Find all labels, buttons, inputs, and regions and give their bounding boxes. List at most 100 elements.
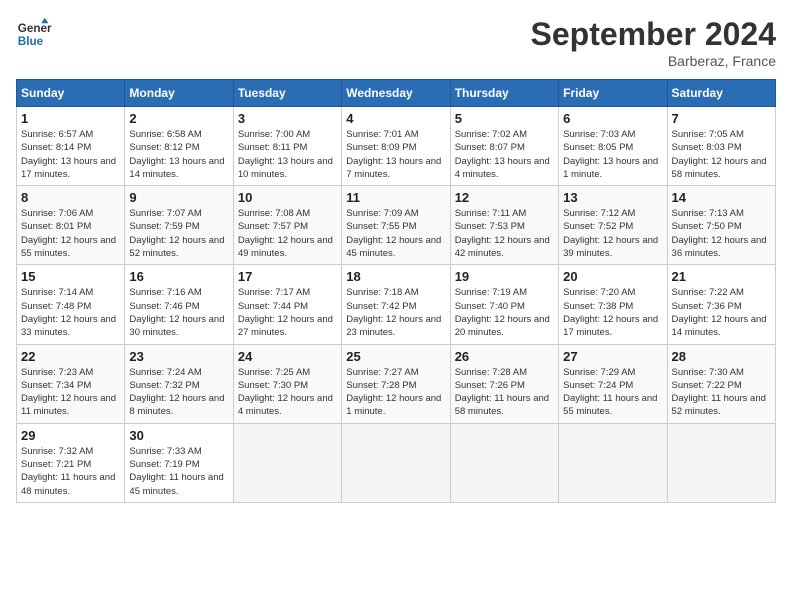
calendar-cell: 14Sunrise: 7:13 AMSunset: 7:50 PMDayligh… [667,186,775,265]
day-info: Sunrise: 7:30 AMSunset: 7:22 PMDaylight:… [672,366,771,419]
weekday-header-row: Sunday Monday Tuesday Wednesday Thursday… [17,80,776,107]
day-info: Sunrise: 7:06 AMSunset: 8:01 PMDaylight:… [21,207,120,260]
day-info: Sunrise: 7:08 AMSunset: 7:57 PMDaylight:… [238,207,337,260]
calendar-cell: 17Sunrise: 7:17 AMSunset: 7:44 PMDayligh… [233,265,341,344]
page-header: General Blue September 2024 Barberaz, Fr… [16,16,776,69]
day-number: 4 [346,111,445,126]
day-number: 10 [238,190,337,205]
day-info: Sunrise: 7:11 AMSunset: 7:53 PMDaylight:… [455,207,554,260]
logo-icon: General Blue [16,16,52,52]
day-info: Sunrise: 6:57 AMSunset: 8:14 PMDaylight:… [21,128,120,181]
calendar-cell: 6Sunrise: 7:03 AMSunset: 8:05 PMDaylight… [559,107,667,186]
day-info: Sunrise: 7:19 AMSunset: 7:40 PMDaylight:… [455,286,554,339]
day-info: Sunrise: 7:24 AMSunset: 7:32 PMDaylight:… [129,366,228,419]
calendar-cell: 19 Sunrise: 7:19 AMSunset: 7:40 PMDayligh… [450,265,558,344]
calendar-cell: 8 Sunrise: 7:06 AMSunset: 8:01 PMDaylight… [17,186,125,265]
month-title: September 2024 [531,16,776,53]
svg-text:Blue: Blue [18,35,44,48]
day-number: 24 [238,349,337,364]
day-info: Sunrise: 7:07 AMSunset: 7:59 PMDaylight:… [129,207,228,260]
header-thursday: Thursday [450,80,558,107]
calendar-cell: 7 Sunrise: 7:05 AMSunset: 8:03 PMDaylight… [667,107,775,186]
day-number: 12 [455,190,554,205]
day-number: 7 [672,111,771,126]
calendar-cell: 27 Sunrise: 7:29 AMSunset: 7:24 PMDayligh… [559,344,667,423]
calendar-cell: 12 Sunrise: 7:11 AMSunset: 7:53 PMDayligh… [450,186,558,265]
calendar-cell [667,423,775,502]
header-monday: Monday [125,80,233,107]
day-info: Sunrise: 7:00 AMSunset: 8:11 PMDaylight:… [238,128,337,181]
calendar-row: 22Sunrise: 7:23 AMSunset: 7:34 PMDayligh… [17,344,776,423]
calendar-cell [559,423,667,502]
day-info: Sunrise: 7:32 AMSunset: 7:21 PMDaylight:… [21,445,120,498]
calendar-cell: 3 Sunrise: 7:00 AMSunset: 8:11 PMDaylight… [233,107,341,186]
calendar-cell: 21Sunrise: 7:22 AMSunset: 7:36 PMDayligh… [667,265,775,344]
day-number: 8 [21,190,120,205]
header-sunday: Sunday [17,80,125,107]
calendar-cell: 10 Sunrise: 7:08 AMSunset: 7:57 PMDayligh… [233,186,341,265]
day-info: Sunrise: 7:13 AMSunset: 7:50 PMDaylight:… [672,207,771,260]
day-number: 19 [455,269,554,284]
day-number: 23 [129,349,228,364]
day-number: 18 [346,269,445,284]
calendar-cell [233,423,341,502]
day-number: 20 [563,269,662,284]
day-info: Sunrise: 7:27 AMSunset: 7:28 PMDaylight:… [346,366,445,419]
day-info: Sunrise: 7:20 AMSunset: 7:38 PMDaylight:… [563,286,662,339]
calendar-cell: 30 Sunrise: 7:33 AMSunset: 7:19 PMDayligh… [125,423,233,502]
calendar-row: 8 Sunrise: 7:06 AMSunset: 8:01 PMDaylight… [17,186,776,265]
calendar-cell: 9 Sunrise: 7:07 AMSunset: 7:59 PMDaylight… [125,186,233,265]
day-info: Sunrise: 7:33 AMSunset: 7:19 PMDaylight:… [129,445,228,498]
calendar-row: 1 Sunrise: 6:57 AMSunset: 8:14 PMDaylight… [17,107,776,186]
day-number: 5 [455,111,554,126]
calendar-cell [342,423,450,502]
day-info: Sunrise: 7:18 AMSunset: 7:42 PMDaylight:… [346,286,445,339]
day-number: 28 [672,349,771,364]
day-number: 3 [238,111,337,126]
day-info: Sunrise: 7:17 AMSunset: 7:44 PMDaylight:… [238,286,337,339]
day-number: 30 [129,428,228,443]
logo: General Blue [16,16,52,52]
day-number: 9 [129,190,228,205]
day-number: 29 [21,428,120,443]
calendar-cell: 1 Sunrise: 6:57 AMSunset: 8:14 PMDaylight… [17,107,125,186]
header-friday: Friday [559,80,667,107]
day-info: Sunrise: 7:16 AMSunset: 7:46 PMDaylight:… [129,286,228,339]
day-info: Sunrise: 7:12 AMSunset: 7:52 PMDaylight:… [563,207,662,260]
calendar-cell: 20 Sunrise: 7:20 AMSunset: 7:38 PMDayligh… [559,265,667,344]
calendar-cell: 29 Sunrise: 7:32 AMSunset: 7:21 PMDayligh… [17,423,125,502]
day-number: 15 [21,269,120,284]
calendar-cell [450,423,558,502]
day-info: Sunrise: 7:25 AMSunset: 7:30 PMDaylight:… [238,366,337,419]
calendar-cell: 26 Sunrise: 7:28 AMSunset: 7:26 PMDayligh… [450,344,558,423]
calendar-cell: 11 Sunrise: 7:09 AMSunset: 7:55 PMDayligh… [342,186,450,265]
header-wednesday: Wednesday [342,80,450,107]
day-number: 25 [346,349,445,364]
calendar-cell: 2Sunrise: 6:58 AMSunset: 8:12 PMDaylight… [125,107,233,186]
day-info: Sunrise: 7:09 AMSunset: 7:55 PMDaylight:… [346,207,445,260]
calendar-cell: 16 Sunrise: 7:16 AMSunset: 7:46 PMDayligh… [125,265,233,344]
calendar-cell: 22Sunrise: 7:23 AMSunset: 7:34 PMDayligh… [17,344,125,423]
day-number: 27 [563,349,662,364]
title-area: September 2024 Barberaz, France [531,16,776,69]
calendar-cell: 4Sunrise: 7:01 AMSunset: 8:09 PMDaylight… [342,107,450,186]
day-info: Sunrise: 7:05 AMSunset: 8:03 PMDaylight:… [672,128,771,181]
day-number: 21 [672,269,771,284]
calendar-cell: 23 Sunrise: 7:24 AMSunset: 7:32 PMDayligh… [125,344,233,423]
day-number: 13 [563,190,662,205]
calendar-table: Sunday Monday Tuesday Wednesday Thursday… [16,79,776,503]
day-number: 1 [21,111,120,126]
day-number: 16 [129,269,228,284]
calendar-cell: 24 Sunrise: 7:25 AMSunset: 7:30 PMDayligh… [233,344,341,423]
day-number: 26 [455,349,554,364]
day-info: Sunrise: 7:29 AMSunset: 7:24 PMDaylight:… [563,366,662,419]
day-number: 11 [346,190,445,205]
calendar-cell: 15 Sunrise: 7:14 AMSunset: 7:48 PMDayligh… [17,265,125,344]
day-info: Sunrise: 7:03 AMSunset: 8:05 PMDaylight:… [563,128,662,181]
day-info: Sunrise: 7:23 AMSunset: 7:34 PMDaylight:… [21,366,120,419]
calendar-cell: 18 Sunrise: 7:18 AMSunset: 7:42 PMDayligh… [342,265,450,344]
calendar-row: 29 Sunrise: 7:32 AMSunset: 7:21 PMDayligh… [17,423,776,502]
day-info: Sunrise: 7:28 AMSunset: 7:26 PMDaylight:… [455,366,554,419]
day-info: Sunrise: 7:14 AMSunset: 7:48 PMDaylight:… [21,286,120,339]
header-tuesday: Tuesday [233,80,341,107]
